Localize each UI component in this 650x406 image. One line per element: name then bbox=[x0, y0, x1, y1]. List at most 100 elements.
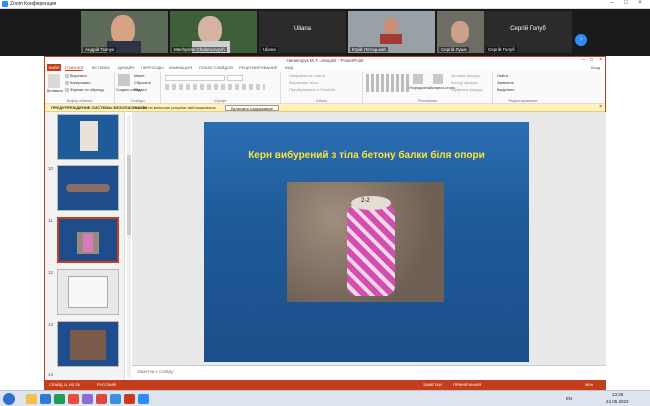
tab-file[interactable]: ФАЙЛ bbox=[47, 64, 61, 71]
reset-button[interactable]: Сбросить bbox=[134, 81, 151, 85]
slide-counter: СЛАЙД 11 ИЗ 26 bbox=[49, 382, 80, 387]
sample-label-text: 2-2 bbox=[361, 198, 370, 204]
app-icon[interactable] bbox=[54, 394, 65, 404]
comments-button[interactable]: ПРИМЕЧАНИЯ bbox=[453, 382, 481, 387]
thumbnail-number: 10 bbox=[48, 166, 54, 171]
section-button[interactable]: Раздел bbox=[134, 88, 147, 92]
shape-outline-button[interactable]: Контур фигуры bbox=[451, 81, 478, 85]
thumbnail-number: 12 bbox=[48, 270, 54, 275]
slide-thumbnail[interactable] bbox=[57, 114, 119, 160]
close-icon[interactable]: × bbox=[634, 0, 646, 6]
select-button[interactable]: Выделить bbox=[497, 88, 515, 92]
group-label: Буфер обмена bbox=[66, 99, 93, 103]
powerpoint-icon[interactable] bbox=[124, 394, 135, 404]
group-label: Рисование bbox=[417, 99, 438, 103]
notes-pane[interactable]: Заметки к слайду bbox=[132, 365, 606, 380]
tab-transitions[interactable]: ПЕРЕХОДЫ bbox=[141, 65, 164, 70]
participant-tile[interactable]: Mechyslav Chaloncovych bbox=[170, 11, 257, 53]
arrange-icon[interactable] bbox=[413, 74, 423, 84]
replace-button[interactable]: Заменить bbox=[497, 81, 514, 85]
chrome-icon[interactable] bbox=[68, 394, 79, 404]
font-format-buttons[interactable] bbox=[165, 84, 265, 90]
find-button[interactable]: Найти bbox=[497, 74, 508, 78]
smartart-button[interactable]: Преобразовать в SmartArt bbox=[289, 88, 335, 92]
font-group: Шрифт bbox=[161, 72, 281, 103]
participant-tile[interactable]: Юрій Лотоцький bbox=[348, 11, 435, 53]
paste-button[interactable]: Вставить bbox=[47, 89, 63, 93]
thumbnail-number: 11 bbox=[48, 218, 53, 223]
tab-insert[interactable]: ВСТАВКА bbox=[92, 65, 110, 70]
shapes-gallery[interactable] bbox=[366, 74, 410, 92]
status-bar: СЛАЙД 11 ИЗ 26 РУССКИЙ ЗАМЕТКИ ПРИМЕЧАНИ… bbox=[45, 380, 605, 390]
font-family-select[interactable] bbox=[165, 75, 225, 81]
minimize-icon[interactable]: – bbox=[606, 0, 618, 6]
group-label: Слайды bbox=[130, 99, 145, 103]
zoom-window-title: Zoom Конференция bbox=[10, 1, 57, 7]
browser-icon[interactable] bbox=[40, 394, 51, 404]
app-icon[interactable] bbox=[110, 394, 121, 404]
file-explorer-icon[interactable] bbox=[26, 394, 37, 404]
next-participants-button[interactable]: › bbox=[575, 34, 587, 46]
close-icon[interactable]: × bbox=[599, 57, 602, 64]
ribbon-tabs: ФАЙЛ ГЛАВНАЯ ВСТАВКА ДИЗАЙН ПЕРЕХОДЫ АНИ… bbox=[45, 64, 605, 71]
close-icon[interactable]: × bbox=[599, 104, 602, 110]
layout-button[interactable]: Макет bbox=[134, 74, 145, 78]
slide-editor: Керн вибурений з тіла бетону балки біля … bbox=[132, 112, 606, 365]
ribbon: Вставить Вырезать Копировать Формат по о… bbox=[45, 71, 605, 104]
group-label: Абзац bbox=[316, 99, 327, 103]
sign-in-link[interactable]: Вход bbox=[591, 65, 600, 70]
tab-slideshow[interactable]: ПОКАЗ СЛАЙДОВ bbox=[199, 65, 233, 70]
zoom-logo-icon bbox=[2, 1, 8, 7]
tab-review[interactable]: РЕЦЕНЗИРОВАНИЕ bbox=[239, 65, 277, 70]
start-button[interactable] bbox=[3, 393, 15, 405]
zoom-title-bar: Zoom Конференция – □ × bbox=[0, 0, 650, 9]
drawing-group: Упорядочить Экспресс-стили Заливка фигур… bbox=[363, 72, 493, 103]
copy-button[interactable]: Копировать bbox=[65, 81, 90, 85]
security-warning-bar: ПРЕДУПРЕЖДЕНИЕ СИСТЕМЫ БЕЗОПАСНОСТИ Ссыл… bbox=[45, 104, 605, 112]
notes-placeholder: Заметки к слайду bbox=[137, 369, 174, 374]
quick-styles-icon[interactable] bbox=[433, 74, 443, 84]
participant-tile[interactable]: Uliana Uliana bbox=[259, 11, 346, 53]
zoom-level[interactable]: 96% bbox=[585, 382, 593, 387]
slide-thumbnail-selected[interactable] bbox=[57, 217, 119, 263]
shape-fill-button[interactable]: Заливка фигуры bbox=[451, 74, 480, 78]
new-slide-icon[interactable] bbox=[118, 74, 130, 86]
app-icon[interactable] bbox=[96, 394, 107, 404]
maximize-icon[interactable]: □ bbox=[590, 57, 593, 64]
thumbnails-scrollbar[interactable] bbox=[127, 115, 131, 377]
participant-tile[interactable]: Сергій Голуб Сергій Голуб bbox=[484, 11, 572, 53]
enable-content-button[interactable]: Включить содержимое bbox=[225, 105, 280, 111]
tab-view[interactable]: ВИД bbox=[285, 65, 293, 70]
shape-effects-button[interactable]: Эффекты фигуры bbox=[451, 88, 483, 92]
paste-icon[interactable] bbox=[48, 74, 60, 88]
paragraph-group: Направление текста Выровнять текст Преоб… bbox=[281, 72, 363, 103]
clock-time[interactable]: 13:25 bbox=[612, 392, 623, 397]
language-indicator[interactable]: РУССКИЙ bbox=[97, 382, 116, 387]
notes-button[interactable]: ЗАМЕТКИ bbox=[423, 382, 442, 387]
ppt-title-bar: Ничипорук М.Т...лекція2 - PowerPoint – □… bbox=[45, 57, 605, 64]
input-language[interactable]: EN bbox=[566, 396, 572, 401]
slide-thumbnail[interactable] bbox=[57, 269, 119, 315]
core-sample-photo: 2-2 bbox=[287, 182, 444, 302]
slides-group: Создать слайд Макет Сбросить Раздел Слай… bbox=[115, 72, 161, 103]
tab-design[interactable]: ДИЗАЙН bbox=[118, 65, 134, 70]
participant-tile[interactable]: Андрій Ткачук bbox=[81, 11, 168, 53]
zoom-icon[interactable] bbox=[138, 394, 149, 404]
app-icon[interactable] bbox=[82, 394, 93, 404]
arrange-button[interactable]: Упорядочить bbox=[409, 86, 430, 90]
clipboard-group: Вставить Вырезать Копировать Формат по о… bbox=[45, 72, 115, 103]
slide-thumbnail[interactable] bbox=[57, 321, 119, 367]
thumbnail-number: 13 bbox=[48, 322, 54, 327]
format-painter-button[interactable]: Формат по образцу bbox=[65, 88, 104, 92]
cut-button[interactable]: Вырезать bbox=[65, 74, 87, 78]
tab-animation[interactable]: АНИМАЦИЯ bbox=[169, 65, 192, 70]
current-slide[interactable]: Керн вибурений з тіла бетону балки біля … bbox=[204, 122, 529, 362]
clock-date[interactable]: 24.05.2023 bbox=[606, 399, 629, 404]
slide-thumbnail[interactable] bbox=[57, 165, 119, 211]
text-direction-button[interactable]: Направление текста bbox=[289, 74, 325, 78]
align-text-button[interactable]: Выровнять текст bbox=[289, 81, 319, 85]
minimize-icon[interactable]: – bbox=[582, 57, 585, 64]
font-size-select[interactable] bbox=[227, 75, 243, 81]
maximize-icon[interactable]: □ bbox=[620, 0, 632, 6]
editing-group: Найти Заменить Выделить Редактирование bbox=[493, 72, 553, 103]
